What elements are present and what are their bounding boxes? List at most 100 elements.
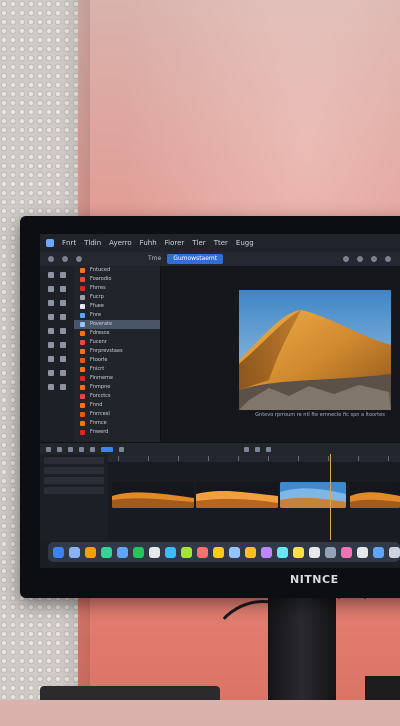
dock-app-icon[interactable] — [53, 546, 64, 558]
dock-app-icon[interactable] — [165, 546, 176, 558]
tool-icon[interactable] — [68, 446, 73, 452]
dock-app-icon[interactable] — [229, 546, 240, 558]
tool-icon[interactable] — [60, 328, 66, 334]
tool-icon[interactable] — [48, 356, 54, 362]
tool-icon[interactable] — [48, 256, 54, 262]
dock-app-icon[interactable] — [197, 546, 208, 558]
video-clip-selected[interactable] — [280, 482, 346, 508]
dock-app-icon[interactable] — [117, 546, 128, 558]
tool-icon[interactable] — [60, 384, 66, 390]
tool-icon[interactable] — [385, 256, 392, 262]
tool-icon[interactable] — [244, 446, 249, 452]
dock-app-icon[interactable] — [389, 546, 400, 558]
video-clip[interactable] — [350, 482, 400, 508]
dock-app-icon[interactable] — [293, 546, 304, 558]
tool-icon[interactable] — [60, 286, 66, 292]
tool-icon[interactable] — [48, 342, 54, 348]
menu-item[interactable]: Tldin — [84, 239, 101, 247]
tool-icon[interactable] — [57, 446, 62, 452]
tool-icon[interactable] — [76, 256, 82, 262]
layer-item[interactable]: Fnmce — [74, 419, 160, 428]
tool-icon[interactable] — [48, 314, 54, 320]
tool-icon[interactable] — [266, 446, 271, 452]
dock-app-icon[interactable] — [101, 546, 112, 558]
layer-item[interactable]: Ffuee — [74, 302, 160, 311]
track-header[interactable] — [44, 477, 104, 484]
tool-icon[interactable] — [255, 446, 260, 452]
tool-icon[interactable] — [371, 256, 378, 262]
dock-app-icon[interactable] — [277, 546, 288, 558]
tool-icon[interactable] — [357, 256, 364, 262]
tool-icon[interactable] — [90, 446, 95, 452]
layer-item[interactable]: Fnrprevstaes — [74, 347, 160, 356]
layer-item[interactable]: Ftoorle — [74, 356, 160, 365]
layer-item[interactable]: Foarodio — [74, 275, 160, 284]
dock-app-icon[interactable] — [309, 546, 320, 558]
tool-icon[interactable] — [60, 300, 66, 306]
layer-item[interactable]: Forcctcs — [74, 392, 160, 401]
tool-icon[interactable] — [119, 446, 124, 452]
layer-item[interactable]: Fucrp — [74, 293, 160, 302]
dock-app-icon[interactable] — [325, 546, 336, 558]
track-header[interactable] — [44, 457, 104, 464]
layer-item[interactable]: Fnmpne — [74, 383, 160, 392]
tool-icon[interactable] — [48, 328, 54, 334]
playhead[interactable] — [330, 454, 331, 540]
tab-active[interactable]: Gumowstaemt — [167, 254, 224, 264]
dock-app-icon[interactable] — [261, 546, 272, 558]
tool-icon[interactable] — [60, 272, 66, 278]
dock-app-icon[interactable] — [133, 546, 144, 558]
tool-icon[interactable] — [48, 300, 54, 306]
layer-item[interactable]: Fnrrcesl — [74, 410, 160, 419]
tool-icon[interactable] — [48, 272, 54, 278]
dock-app-icon[interactable] — [149, 546, 160, 558]
video-clip[interactable] — [196, 482, 278, 508]
layer-item[interactable]: Fdresce — [74, 329, 160, 338]
dock-app-icon[interactable] — [213, 546, 224, 558]
tool-icon[interactable] — [62, 256, 68, 262]
app-icon[interactable] — [46, 239, 54, 247]
layer-label: Forcctcs — [90, 393, 111, 399]
layer-item[interactable]: Fhrres — [74, 284, 160, 293]
tool-icon[interactable] — [79, 446, 84, 452]
layer-item[interactable]: Fntuced — [74, 266, 160, 275]
dock-app-icon[interactable] — [181, 546, 192, 558]
layer-item[interactable]: Fnicrt — [74, 365, 160, 374]
tool-icon[interactable] — [60, 356, 66, 362]
tool-icon[interactable] — [48, 286, 54, 292]
menu-item[interactable]: Fiorer — [165, 239, 185, 247]
track-header[interactable] — [44, 467, 104, 474]
video-clip[interactable] — [112, 482, 194, 508]
track-header[interactable] — [44, 487, 104, 494]
layer-item[interactable]: Fnwerd — [74, 428, 160, 437]
tool-icon[interactable] — [343, 256, 350, 262]
menu-item[interactable]: Fnrt — [62, 239, 76, 247]
dock-app-icon[interactable] — [357, 546, 368, 558]
layer-item-selected[interactable]: Poverate — [74, 320, 160, 329]
dock-app-icon[interactable] — [85, 546, 96, 558]
dock-app-icon[interactable] — [341, 546, 352, 558]
layer-label: Poverate — [90, 321, 113, 327]
dock-app-icon[interactable] — [373, 546, 384, 558]
menu-item[interactable]: Eugg — [236, 239, 254, 247]
tool-icon[interactable] — [48, 384, 54, 390]
menu-item[interactable]: Fuhh — [140, 239, 157, 247]
layer-item[interactable]: Finmeme — [74, 374, 160, 383]
layer-item[interactable]: Fucenr — [74, 338, 160, 347]
dock-app-icon[interactable] — [69, 546, 80, 558]
tool-icon[interactable] — [60, 342, 66, 348]
tool-icon[interactable] — [46, 446, 51, 452]
tool-icon[interactable] — [60, 314, 66, 320]
tool-icon[interactable] — [48, 370, 54, 376]
layer-item[interactable]: Fnnd — [74, 401, 160, 410]
layer-item[interactable]: Fnre — [74, 311, 160, 320]
dock-app-icon[interactable] — [245, 546, 256, 558]
toolbar: Tme Gumowstaemt — [40, 252, 400, 266]
menu-item[interactable]: Ayerro — [109, 239, 132, 247]
tool-icon[interactable] — [60, 370, 66, 376]
tab-label[interactable]: Tme — [142, 254, 167, 264]
layer-label: Fnmce — [90, 420, 107, 426]
menu-item[interactable]: Tter — [214, 239, 228, 247]
timeline-tab-active[interactable] — [101, 446, 113, 452]
menu-item[interactable]: Tler — [192, 239, 205, 247]
